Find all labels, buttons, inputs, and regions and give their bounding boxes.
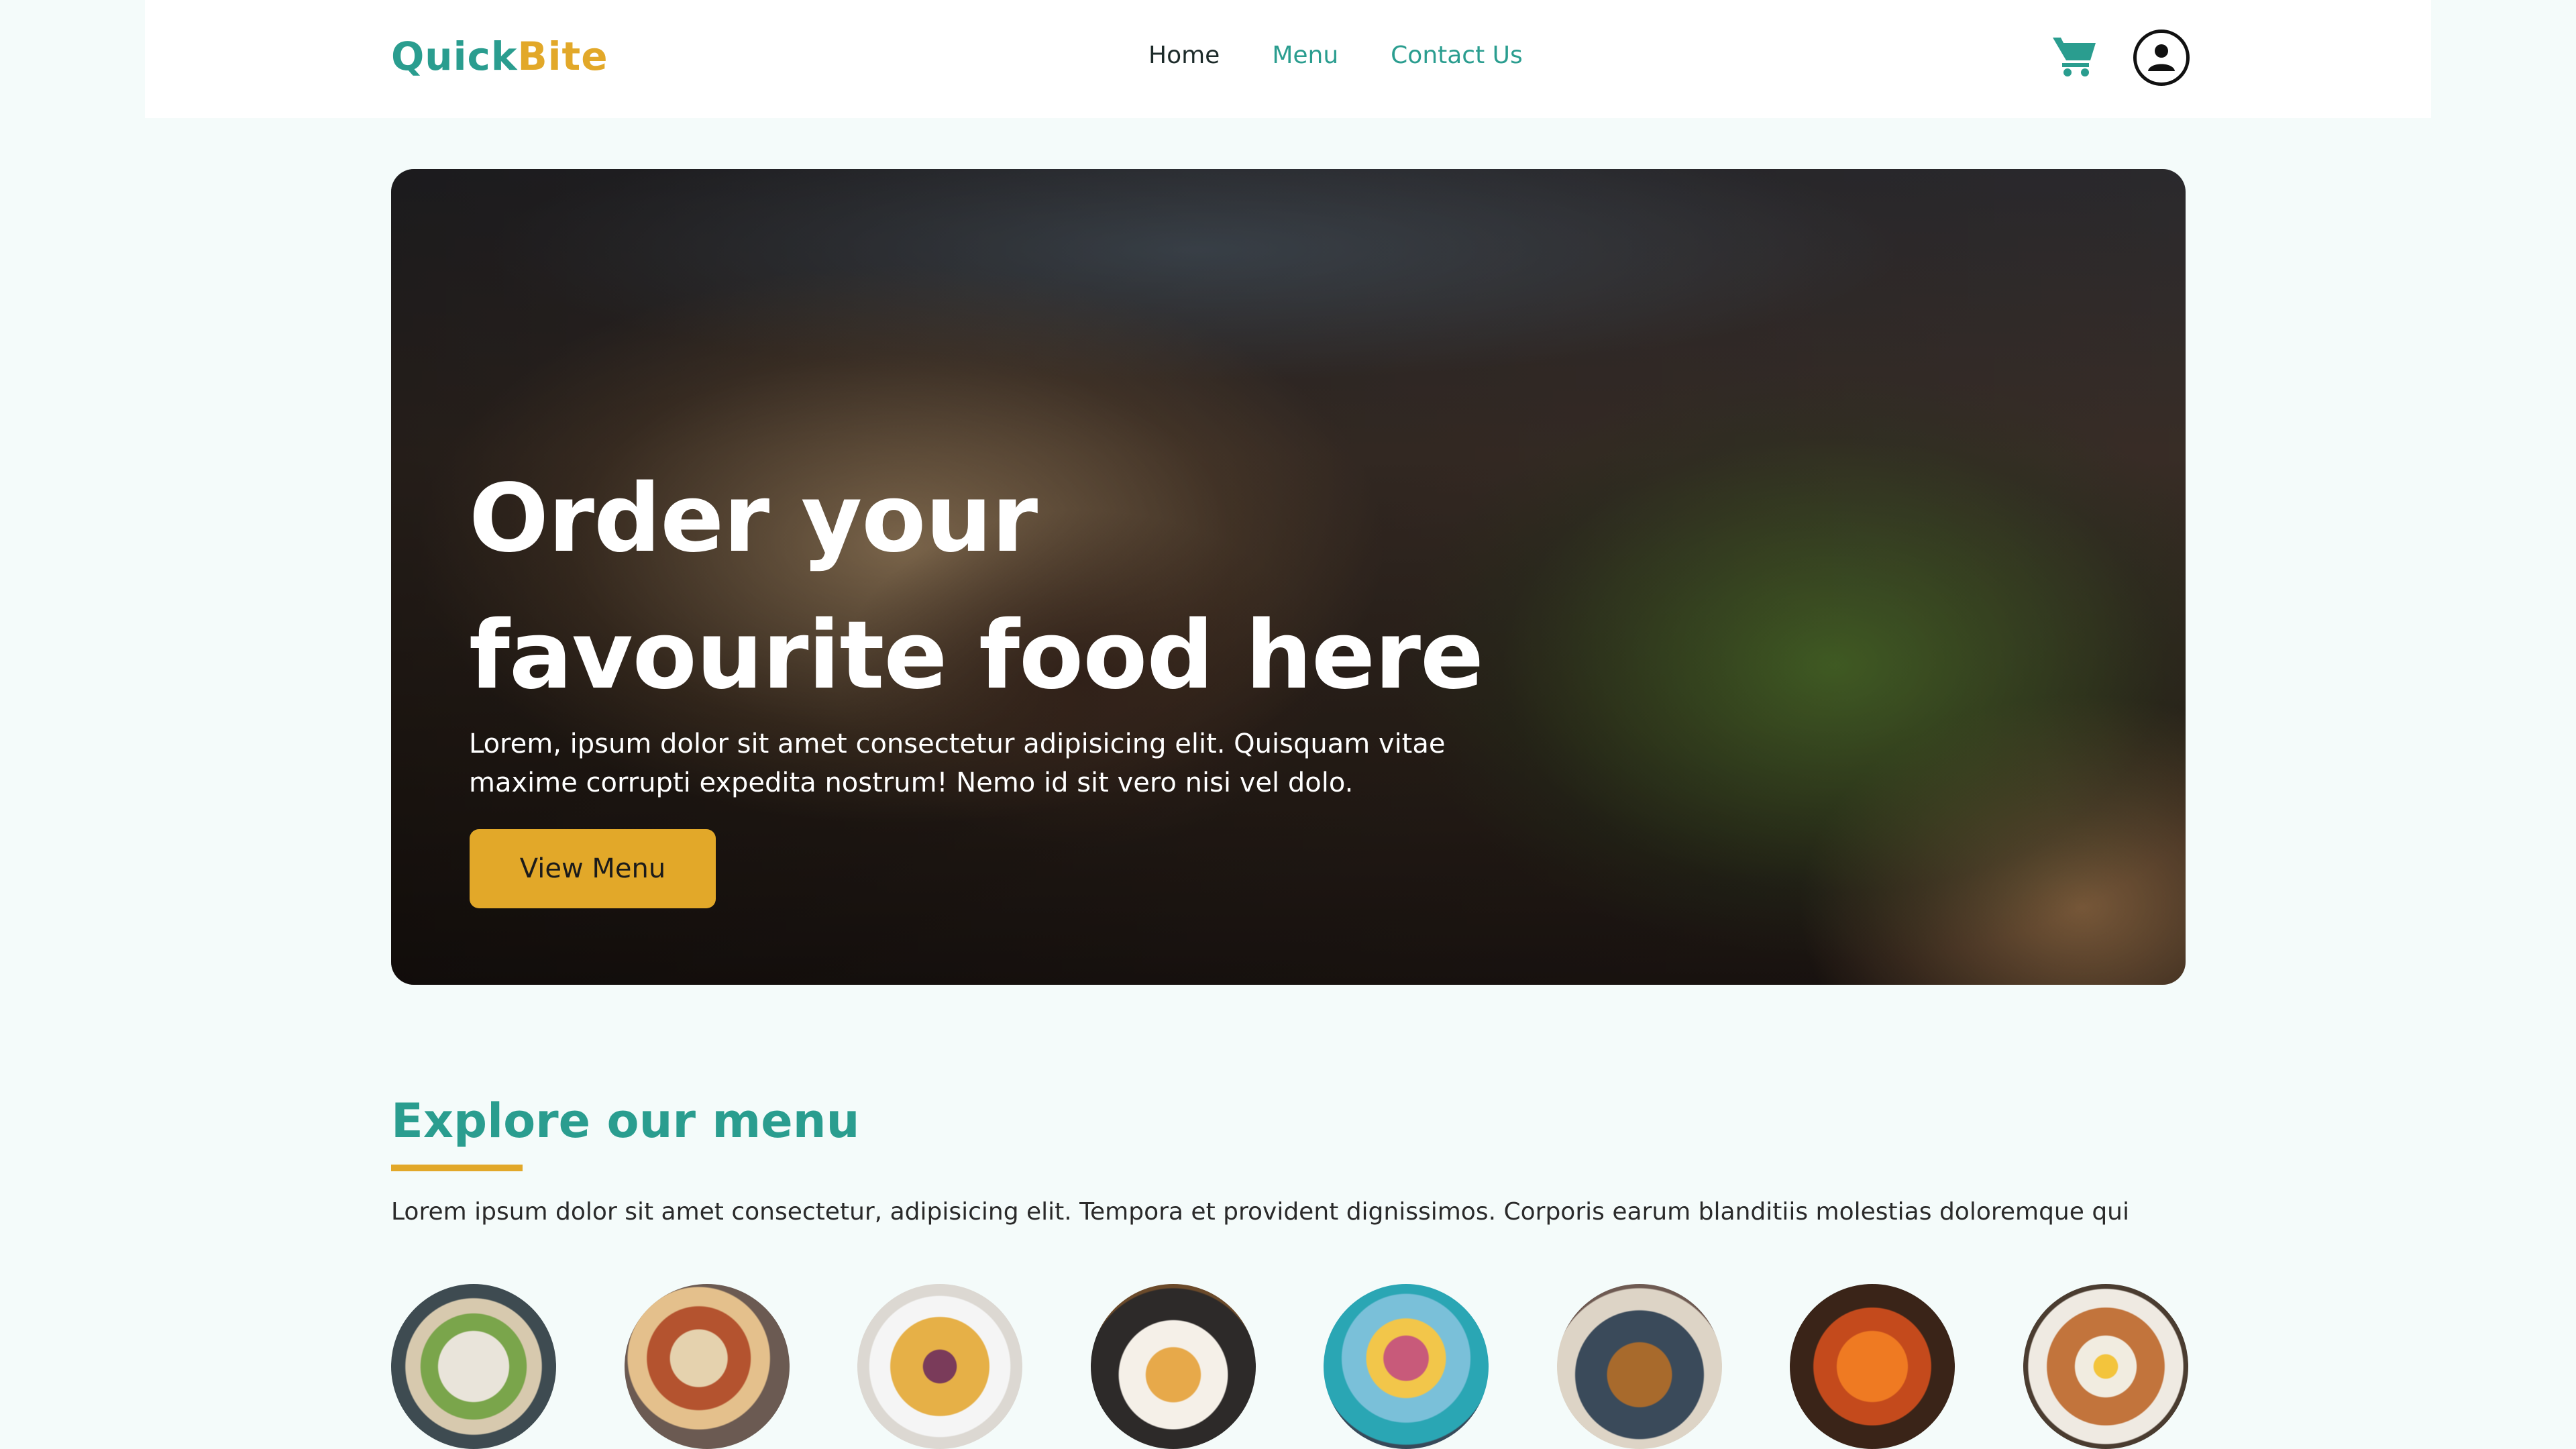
view-menu-button[interactable]: View Menu [470, 829, 716, 908]
nav-links: Home Menu Contact Us [1148, 42, 1523, 69]
menu-category-item[interactable] [2023, 1284, 2188, 1449]
hero-title-line1: Order your [469, 464, 1038, 574]
menu-category-item[interactable] [1324, 1284, 1489, 1449]
hero-title-line2: favourite food here [469, 601, 1484, 710]
explore-description: Lorem ipsum dolor sit amet consectetur, … [391, 1198, 2129, 1226]
user-circle-icon [2148, 44, 2175, 71]
nav-home-link[interactable]: Home [1148, 42, 1220, 69]
explore-title: Explore our menu [391, 1093, 860, 1148]
profile-button[interactable] [2133, 30, 2190, 86]
nav-menu-link[interactable]: Menu [1272, 42, 1338, 69]
cart-icon [2053, 38, 2096, 76]
explore-underline [391, 1165, 523, 1171]
page: QuickBite Home Menu Contact Us Order you… [0, 0, 2576, 1449]
menu-category-item[interactable] [1091, 1284, 1256, 1449]
logo-bite: Bite [517, 34, 608, 79]
menu-category-item[interactable] [625, 1284, 790, 1449]
hero-banner: Order your favourite food here Lorem, ip… [391, 169, 2186, 985]
menu-category-item[interactable] [391, 1284, 556, 1449]
logo-quick: Quick [391, 34, 518, 79]
cart-button[interactable] [2051, 34, 2098, 78]
hero-description: Lorem, ipsum dolor sit amet consectetur … [469, 729, 1446, 798]
navbar: QuickBite Home Menu Contact Us [145, 0, 2431, 118]
menu-category-item[interactable] [1557, 1284, 1722, 1449]
nav-contact-link[interactable]: Contact Us [1391, 42, 1523, 69]
hero-title: Order your favourite food here [469, 451, 1484, 724]
menu-category-item[interactable] [1790, 1284, 1955, 1449]
menu-category-item[interactable] [857, 1284, 1022, 1449]
logo[interactable]: QuickBite [391, 34, 608, 79]
